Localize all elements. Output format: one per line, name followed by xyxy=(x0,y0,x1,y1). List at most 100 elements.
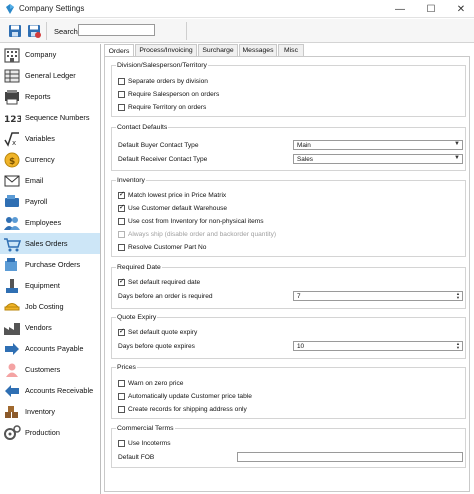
checkbox[interactable] xyxy=(118,327,125,336)
checkbox[interactable] xyxy=(118,439,125,447)
checkbox[interactable] xyxy=(118,90,125,98)
sidebar-item-payroll[interactable]: Payroll xyxy=(0,191,100,212)
days-before-expiry-label: Days before quote expires xyxy=(118,343,195,350)
checkbox[interactable] xyxy=(118,103,125,111)
tab-messages[interactable]: Messages xyxy=(239,44,277,56)
sidebar-item-label: Equipment xyxy=(25,281,60,290)
purchase-orders-icon xyxy=(5,257,17,271)
checkbox[interactable] xyxy=(118,190,125,199)
sidebar-item-label: Inventory xyxy=(25,407,56,416)
group-title: Prices xyxy=(116,364,137,371)
sidebar-item-customers[interactable]: Customers xyxy=(0,359,100,380)
sidebar-item-vendors[interactable]: Vendors xyxy=(0,317,100,338)
default-fob-label: Default FOB xyxy=(118,454,155,461)
checkbox[interactable] xyxy=(118,379,125,387)
customer-default-warehouse-checkbox[interactable]: Use Customer default Warehouse xyxy=(118,203,227,213)
group-title: Commercial Terms xyxy=(116,425,175,432)
sidebar-item-inventory[interactable]: Inventory xyxy=(0,401,100,422)
default-fob-input[interactable] xyxy=(237,452,463,462)
separate-orders-checkbox[interactable]: Separate orders by division xyxy=(118,76,208,86)
sidebar-item-production[interactable]: Production xyxy=(0,422,100,443)
sidebar-item-sequence-numbers[interactable]: 123 Sequence Numbers xyxy=(0,107,100,128)
payroll-icon xyxy=(5,194,19,207)
sidebar-item-currency[interactable]: $ Currency xyxy=(0,149,100,170)
days-before-expiry-stepper[interactable]: 10 ▲ ▼ xyxy=(293,341,463,351)
sidebar-item-label: Job Costing xyxy=(25,302,64,311)
save-and-close-icon[interactable] xyxy=(27,24,41,38)
checkbox-label: Set default required date xyxy=(128,278,201,286)
sidebar-item-company[interactable]: Company xyxy=(0,44,100,65)
sidebar-item-reports[interactable]: Reports xyxy=(0,86,100,107)
sidebar-item-job-costing[interactable]: Job Costing xyxy=(0,296,100,317)
division-group: Division/Salesperson/Territory Separate … xyxy=(111,62,466,117)
checkbox[interactable] xyxy=(118,217,125,225)
stepper-value: 10 xyxy=(297,342,305,350)
checkbox-label: Resolve Customer Part No xyxy=(128,243,207,251)
sidebar-item-sales-orders[interactable]: Sales Orders xyxy=(0,233,100,254)
sidebar-item-equipment[interactable]: Equipment xyxy=(0,275,100,296)
group-title: Required Date xyxy=(116,264,162,271)
checkbox-label: Match lowest price in Price Matrix xyxy=(128,191,227,199)
tab-process-invoicing[interactable]: Process/Invoicing xyxy=(135,44,197,56)
spin-arrows-icon[interactable]: ▲ ▼ xyxy=(455,292,461,300)
sidebar-item-accounts-payable[interactable]: Accounts Payable xyxy=(0,338,100,359)
sidebar-item-purchase-orders[interactable]: Purchase Orders xyxy=(0,254,100,275)
sidebar-item-variables[interactable]: x Variables xyxy=(0,128,100,149)
checkbox[interactable] xyxy=(118,203,125,212)
require-territory-checkbox[interactable]: Require Territory on orders xyxy=(118,102,206,112)
maximize-button[interactable]: ☐ xyxy=(416,0,446,18)
commercial-terms-group: Commercial Terms Use Incoterms Default F… xyxy=(111,425,466,468)
sidebar-item-accounts-receivable[interactable]: Accounts Receivable xyxy=(0,380,100,401)
vendors-icon xyxy=(4,322,20,335)
warn-zero-price-checkbox[interactable]: Warn on zero price xyxy=(118,378,183,388)
group-title: Inventory xyxy=(116,177,146,184)
checkbox[interactable] xyxy=(118,405,125,413)
set-default-quote-expiry-checkbox[interactable]: Set default quote expiry xyxy=(118,327,197,337)
save-icon[interactable] xyxy=(8,24,22,38)
sidebar-item-label: Vendors xyxy=(25,323,52,332)
app-logo-icon xyxy=(6,4,14,14)
minimize-icon: — xyxy=(395,3,405,15)
close-icon: ✕ xyxy=(456,3,466,15)
checkbox[interactable] xyxy=(118,277,125,286)
resolve-customer-part-checkbox[interactable]: Resolve Customer Part No xyxy=(118,242,206,252)
use-incoterms-checkbox[interactable]: Use Incoterms xyxy=(118,438,171,448)
sidebar-item-label: Accounts Receivable xyxy=(25,386,94,395)
checkbox-label: Automatically update Customer price tabl… xyxy=(128,392,252,400)
chevron-down-icon: ▼ xyxy=(454,155,460,161)
checkbox xyxy=(118,230,125,238)
use-cost-from-inventory-checkbox[interactable]: Use cost from Inventory for non-physical… xyxy=(118,216,264,226)
minimize-button[interactable]: — xyxy=(385,0,415,18)
auto-update-price-table-checkbox[interactable]: Automatically update Customer price tabl… xyxy=(118,391,252,401)
sidebar-item-email[interactable]: Email xyxy=(0,170,100,191)
match-lowest-price-checkbox[interactable]: Match lowest price in Price Matrix xyxy=(118,190,226,200)
buyer-contact-select[interactable]: Main ▼ xyxy=(293,140,463,150)
svg-text:$: $ xyxy=(9,157,15,167)
sidebar-item-employees[interactable]: Employees xyxy=(0,212,100,233)
checkbox-label: Warn on zero price xyxy=(128,379,184,387)
checkbox[interactable] xyxy=(118,243,125,251)
days-before-required-stepper[interactable]: 7 ▲ ▼ xyxy=(293,291,463,301)
variables-icon: x xyxy=(4,131,19,147)
close-button[interactable]: ✕ xyxy=(446,0,474,18)
stepper-value: 7 xyxy=(297,292,301,300)
sidebar-item-label: Production xyxy=(25,428,60,437)
require-salesperson-checkbox[interactable]: Require Salesperson on orders xyxy=(118,89,219,99)
days-before-required-label: Days before an order is required xyxy=(118,293,213,300)
production-icon xyxy=(4,424,21,440)
orders-panel: Division/Salesperson/Territory Separate … xyxy=(104,56,470,492)
shipping-address-only-checkbox[interactable]: Create records for shipping address only xyxy=(118,404,247,414)
tab-misc[interactable]: Misc xyxy=(278,44,304,56)
receiver-contact-select[interactable]: Sales ▼ xyxy=(293,154,463,164)
spin-arrows-icon[interactable]: ▲ ▼ xyxy=(455,342,461,350)
toolbar: Search xyxy=(0,19,474,43)
sidebar-item-general-ledger[interactable]: General Ledger xyxy=(0,65,100,86)
checkbox[interactable] xyxy=(118,77,125,85)
checkbox-label: Use cost from Inventory for non-physical… xyxy=(128,217,264,225)
search-input[interactable] xyxy=(78,24,155,36)
checkbox[interactable] xyxy=(118,392,125,400)
set-default-required-date-checkbox[interactable]: Set default required date xyxy=(118,277,200,287)
tab-surcharge[interactable]: Surcharge xyxy=(198,44,238,56)
buyer-contact-label: Default Buyer Contact Type xyxy=(118,142,199,149)
chevron-down-icon: ▼ xyxy=(454,141,460,147)
